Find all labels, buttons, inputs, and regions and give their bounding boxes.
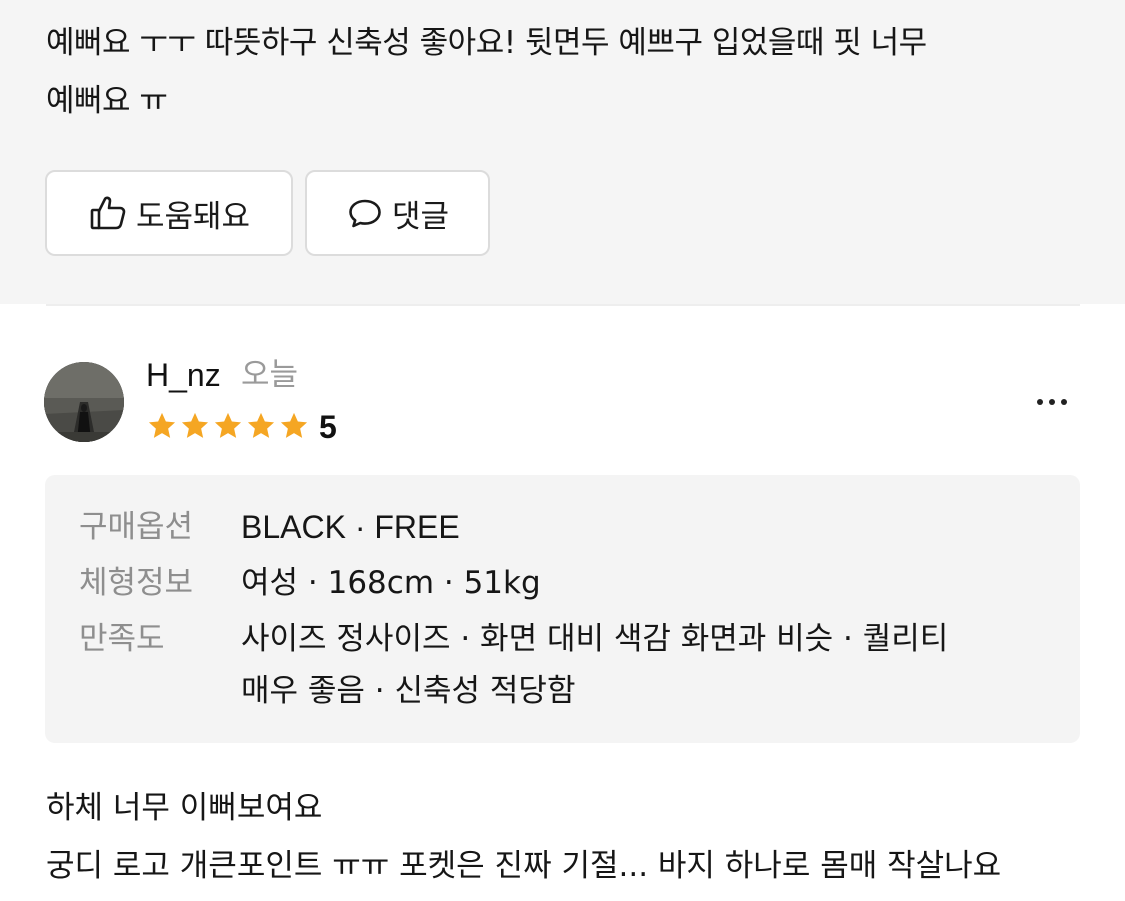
speech-bubble-icon [346,194,384,232]
purchase-info-box: 구매옵션 BLACK · FREE 체형정보 여성 · 168cm · 51kg… [45,475,1080,743]
review-date: 오늘 [241,357,299,393]
star-icon [280,412,308,438]
star-icon [148,412,176,438]
avatar[interactable] [44,362,124,442]
review-screen: 예뻐요 ㅜㅜ 따뜻하구 신축성 좋아요! 뒷면두 예쁘구 입었을때 핏 너무 예… [0,0,1125,901]
previous-review-text-line1: 예뻐요 ㅜㅜ 따뜻하구 신축성 좋아요! 뒷면두 예쁘구 입었을때 핏 너무 [46,25,927,61]
helpful-button[interactable]: 도움돼요 [45,170,293,256]
satisfaction-label: 만족도 [79,621,165,657]
more-dot-icon [1049,399,1055,405]
star-icon [247,412,275,438]
more-dot-icon [1037,399,1043,405]
body-info-value: 여성 · 168cm · 51kg [241,565,541,601]
previous-review-text: 예뻐요 ㅜㅜ 따뜻하구 신축성 좋아요! 뒷면두 예쁘구 입었을때 핏 너무 예… [46,14,1086,130]
previous-review-text-line2: 예뻐요 ㅠ [46,83,168,119]
satisfaction-value-line1: 사이즈 정사이즈 · 화면 대비 색감 화면과 비슷 · 퀄리티 [241,621,949,657]
satisfaction-value-line2: 매우 좋음 · 신축성 적당함 [241,673,576,709]
comment-label: 댓글 [391,198,450,235]
review-text-line2: 궁디 로고 개큰포인트 ㅠㅠ 포켓은 진짜 기절... 바지 하나로 몸매 작살… [46,848,1002,884]
star-icon [214,412,242,438]
star-icon [181,412,209,438]
star-rating [146,410,310,442]
more-options-button[interactable] [1028,382,1076,422]
rating-value: 5 [319,409,337,445]
more-dot-icon [1061,399,1067,405]
review-divider [46,304,1080,306]
username[interactable]: H_nz [146,353,221,397]
comment-button[interactable]: 댓글 [305,170,490,256]
helpful-label: 도움돼요 [135,198,251,235]
body-info-label: 체형정보 [79,565,194,601]
purchase-option-value: BLACK · FREE [241,509,460,545]
review-text: 하체 너무 이뻐보여요 궁디 로고 개큰포인트 ㅠㅠ 포켓은 진짜 기절... … [46,779,1106,895]
purchase-option-label: 구매옵션 [79,509,194,545]
satisfaction-value: 사이즈 정사이즈 · 화면 대비 색감 화면과 비슷 · 퀄리티 매우 좋음 ·… [241,613,1041,717]
review-text-line1: 하체 너무 이뻐보여요 [46,790,323,826]
previous-review: 예뻐요 ㅜㅜ 따뜻하구 신축성 좋아요! 뒷면두 예쁘구 입었을때 핏 너무 예… [0,0,1125,304]
thumbs-up-icon [88,193,128,233]
